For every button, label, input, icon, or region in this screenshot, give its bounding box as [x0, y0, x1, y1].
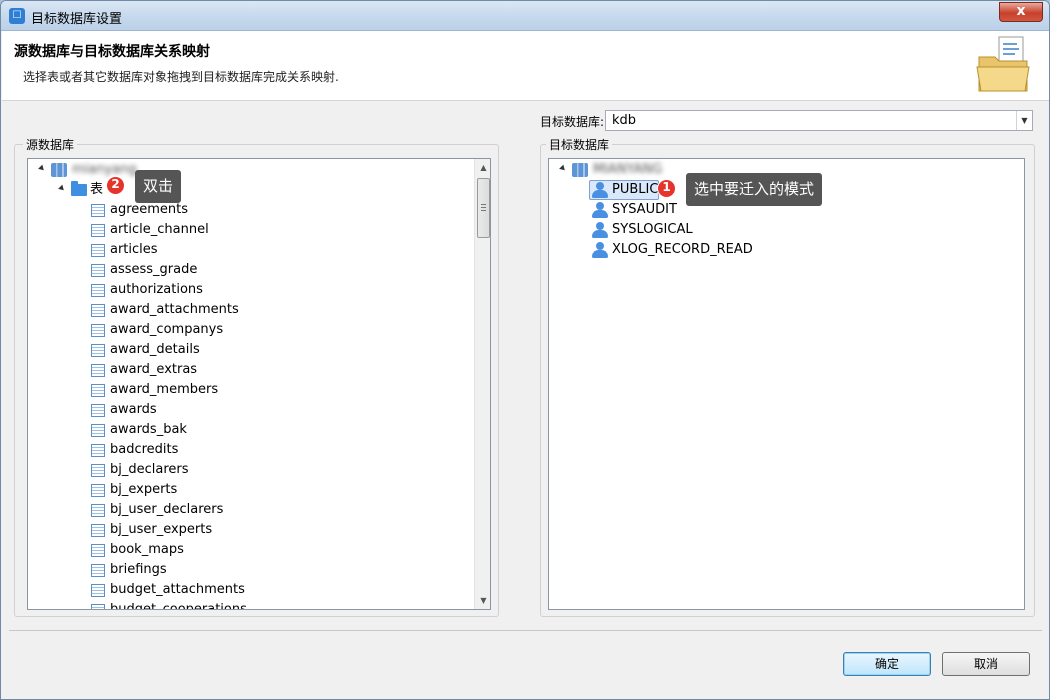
table-row[interactable]: budget_cooperations [110, 600, 247, 609]
table-icon [91, 304, 105, 317]
close-button[interactable]: x [999, 2, 1043, 22]
table-icon [91, 244, 105, 257]
table-icon [91, 224, 105, 237]
table-row[interactable]: budget_attachments [110, 580, 245, 600]
source-db-label: 源数据库 [23, 136, 78, 153]
table-icon [91, 284, 105, 297]
table-icon [91, 404, 105, 417]
table-row[interactable]: article_channel [110, 220, 209, 240]
callout-tooltip-1: 选中要迁入的模式 [686, 173, 823, 206]
header-title: 源数据库与目标数据库关系映射 [14, 44, 210, 60]
table-icon [91, 444, 105, 457]
source-db-tree[interactable]: mianyang 表 agreements article_channel arti… [27, 158, 491, 610]
table-row[interactable]: book_maps [110, 540, 184, 560]
user-schema-icon [591, 222, 609, 238]
target-db-select[interactable]: kdb ▼ [605, 110, 1033, 131]
table-row[interactable]: award_members [110, 380, 218, 400]
table-row[interactable]: bj_user_experts [110, 520, 212, 540]
target-root-node[interactable]: MIANYANG [593, 160, 662, 180]
folder-icon [71, 181, 87, 196]
table-icon [91, 344, 105, 357]
expand-triangle-icon[interactable] [559, 164, 567, 173]
tables-folder-node[interactable]: 表 [90, 180, 103, 200]
database-icon [51, 163, 67, 177]
callout-badge-1: 1 [657, 179, 676, 198]
table-icon [91, 324, 105, 337]
database-icon [572, 163, 588, 177]
table-row[interactable]: award_extras [110, 360, 197, 380]
table-icon [91, 604, 105, 609]
source-root-node[interactable]: mianyang [72, 160, 137, 180]
target-db-label: 目标数据库: [540, 115, 605, 129]
table-icon [91, 544, 105, 557]
scroll-thumb[interactable] [477, 178, 490, 238]
expand-triangle-icon[interactable] [58, 184, 66, 193]
target-db-group-label: 目标数据库 [546, 136, 613, 153]
user-schema-icon [591, 202, 609, 218]
table-icon [91, 424, 105, 437]
user-schema-icon [591, 182, 609, 198]
table-row[interactable]: award_details [110, 340, 200, 360]
table-row[interactable]: badcredits [110, 440, 178, 460]
folder-document-icon [976, 36, 1030, 92]
table-icon [91, 264, 105, 277]
window-title: 目标数据库设置 [31, 12, 123, 27]
schema-row[interactable]: SYSAUDIT [612, 200, 677, 220]
target-db-tree[interactable]: MIANYANG PUBLIC SYSAUDIT SYSLOGICAL XLOG_RE… [548, 158, 1025, 610]
target-db-value: kdb [612, 113, 637, 128]
table-row[interactable]: bj_experts [110, 480, 177, 500]
cancel-button[interactable]: 取消 [942, 652, 1030, 676]
scroll-up-icon[interactable]: ▲ [475, 159, 490, 176]
table-row[interactable]: briefings [110, 560, 167, 580]
table-row[interactable]: awards [110, 400, 157, 420]
table-row[interactable]: award_attachments [110, 300, 239, 320]
table-icon [91, 384, 105, 397]
title-bar: ☐ 目标数据库设置 x [1, 1, 1049, 31]
table-icon [91, 564, 105, 577]
schema-row[interactable]: SYSLOGICAL [612, 220, 693, 240]
callout-tooltip-2: 双击 [135, 170, 182, 203]
dialog-window: ☐ 目标数据库设置 x 源数据库与目标数据库关系映射 选择表或者其它数据库对象拖… [0, 0, 1050, 700]
schema-row[interactable]: XLOG_RECORD_READ [612, 240, 753, 260]
table-icon [91, 364, 105, 377]
table-icon [91, 204, 105, 217]
table-icon [91, 524, 105, 537]
table-row[interactable]: agreements [110, 200, 188, 220]
schema-row[interactable]: PUBLIC [612, 180, 658, 200]
ok-button[interactable]: 确定 [843, 652, 931, 676]
table-row[interactable]: articles [110, 240, 158, 260]
expand-triangle-icon[interactable] [38, 164, 46, 173]
table-row[interactable]: assess_grade [110, 260, 197, 280]
callout-badge-2: 2 [106, 176, 125, 195]
table-icon [91, 504, 105, 517]
app-icon: ☐ [9, 8, 25, 24]
table-row[interactable]: authorizations [110, 280, 203, 300]
table-row[interactable]: award_companys [110, 320, 223, 340]
chevron-down-icon[interactable]: ▼ [1016, 111, 1032, 130]
table-row[interactable]: bj_declarers [110, 460, 189, 480]
source-tree-scrollbar[interactable]: ▲ ▼ [474, 159, 490, 609]
bottom-separator [9, 630, 1042, 631]
table-icon [91, 484, 105, 497]
table-row[interactable]: bj_user_declarers [110, 500, 223, 520]
user-schema-icon [591, 242, 609, 258]
table-icon [91, 584, 105, 597]
header-banner: 源数据库与目标数据库关系映射 选择表或者其它数据库对象拖拽到目标数据库完成关系映… [2, 31, 1049, 101]
table-row[interactable]: awards_bak [110, 420, 187, 440]
table-icon [91, 464, 105, 477]
header-description: 选择表或者其它数据库对象拖拽到目标数据库完成关系映射. [23, 70, 339, 84]
scroll-down-icon[interactable]: ▼ [475, 592, 490, 609]
